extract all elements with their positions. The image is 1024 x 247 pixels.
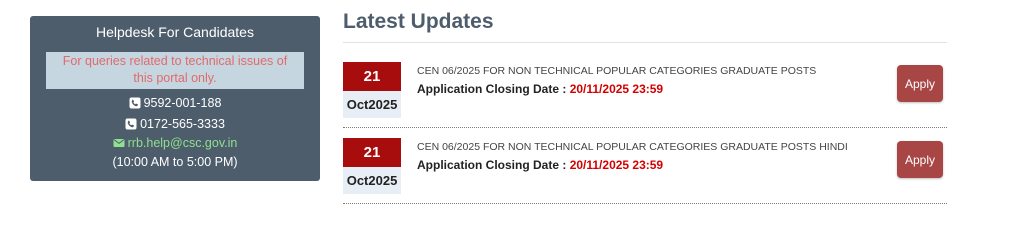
post-title: CEN 06/2025 FOR NON TECHNICAL POPULAR CA…	[417, 65, 817, 77]
apply-button[interactable]: Apply	[897, 65, 943, 102]
date-day: 21	[343, 62, 401, 91]
helpdesk-phone-2: 0172-565-3333	[30, 116, 320, 132]
row-divider	[343, 203, 947, 204]
apply-button[interactable]: Apply	[897, 141, 943, 178]
helpdesk-hours: (10:00 AM to 5:00 PM)	[112, 155, 238, 169]
helpdesk-phone-2-text: 0172-565-3333	[140, 117, 225, 131]
helpdesk-phone-1: 9592-001-188	[30, 95, 320, 111]
title-divider	[343, 42, 947, 43]
helpdesk-email[interactable]: rrb.help@csc.gov.in	[30, 135, 320, 151]
date-day: 21	[343, 138, 401, 167]
helpdesk-panel: Helpdesk For Candidates For queries rela…	[30, 16, 320, 181]
envelope-icon	[113, 137, 125, 149]
phone-icon	[129, 97, 141, 109]
update-item: 21 Oct2025 CEN 06/2025 FOR NON TECHNICAL…	[343, 128, 947, 204]
closing-date-value: 20/11/2025 23:59	[569, 82, 664, 96]
helpdesk-email-link[interactable]: rrb.help@csc.gov.in	[128, 135, 238, 151]
closing-date-label: Application Closing Date :	[417, 82, 567, 96]
post-title: CEN 06/2025 FOR NON TECHNICAL POPULAR CA…	[417, 141, 848, 153]
date-month: Oct2025	[343, 167, 401, 194]
helpdesk-phone-1-text: 9592-001-188	[143, 96, 222, 110]
closing-date-line: Application Closing Date : 20/11/2025 23…	[417, 157, 663, 173]
helpdesk-notice: For queries related to technical issues …	[46, 52, 304, 89]
helpdesk-title: Helpdesk For Candidates	[96, 24, 254, 40]
latest-updates-title: Latest Updates	[343, 10, 494, 33]
date-badge: 21 Oct2025	[343, 138, 401, 194]
date-month: Oct2025	[343, 91, 401, 118]
closing-date-line: Application Closing Date : 20/11/2025 23…	[417, 81, 663, 97]
phone-icon	[125, 118, 137, 130]
date-badge: 21 Oct2025	[343, 62, 401, 118]
closing-date-label: Application Closing Date :	[417, 158, 567, 172]
closing-date-value: 20/11/2025 23:59	[569, 158, 664, 172]
update-item: 21 Oct2025 CEN 06/2025 FOR NON TECHNICAL…	[343, 52, 947, 128]
